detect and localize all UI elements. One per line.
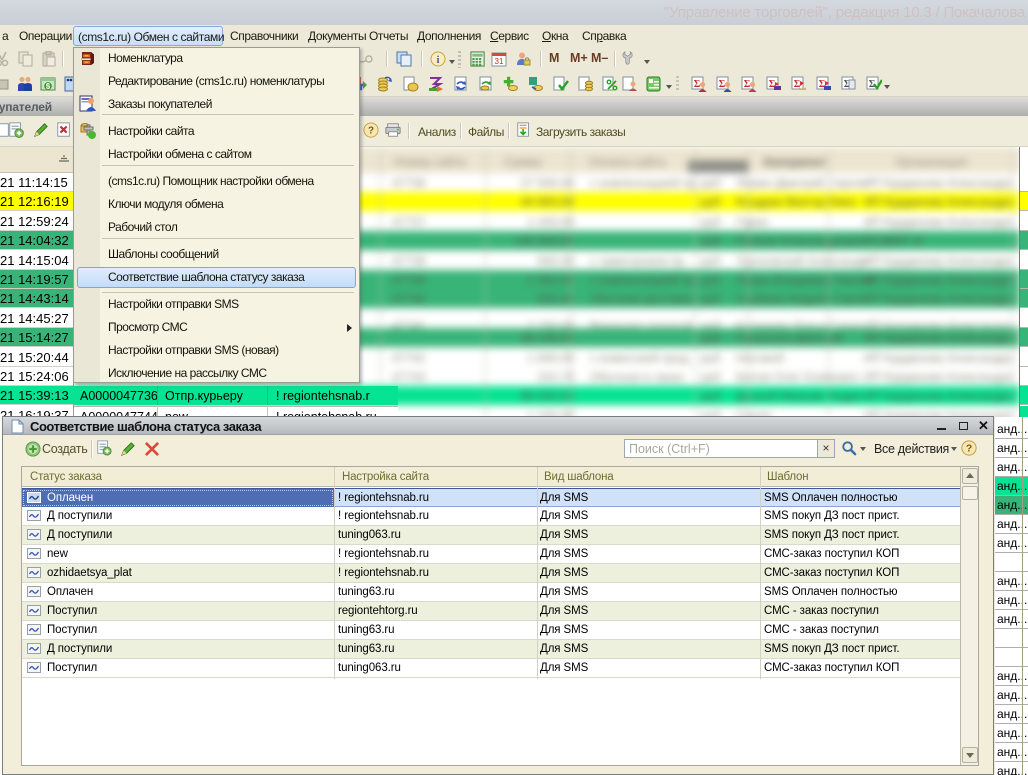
svg-text:$: $ bbox=[46, 82, 51, 91]
svg-text:i: i bbox=[436, 54, 439, 66]
svg-text:?: ? bbox=[966, 444, 972, 455]
svg-text:Σ: Σ bbox=[694, 79, 701, 90]
svg-text:31: 31 bbox=[495, 57, 504, 66]
svg-text:Σ: Σ bbox=[744, 79, 751, 90]
svg-text:?: ? bbox=[368, 126, 374, 137]
svg-text:Σ: Σ bbox=[719, 79, 726, 90]
